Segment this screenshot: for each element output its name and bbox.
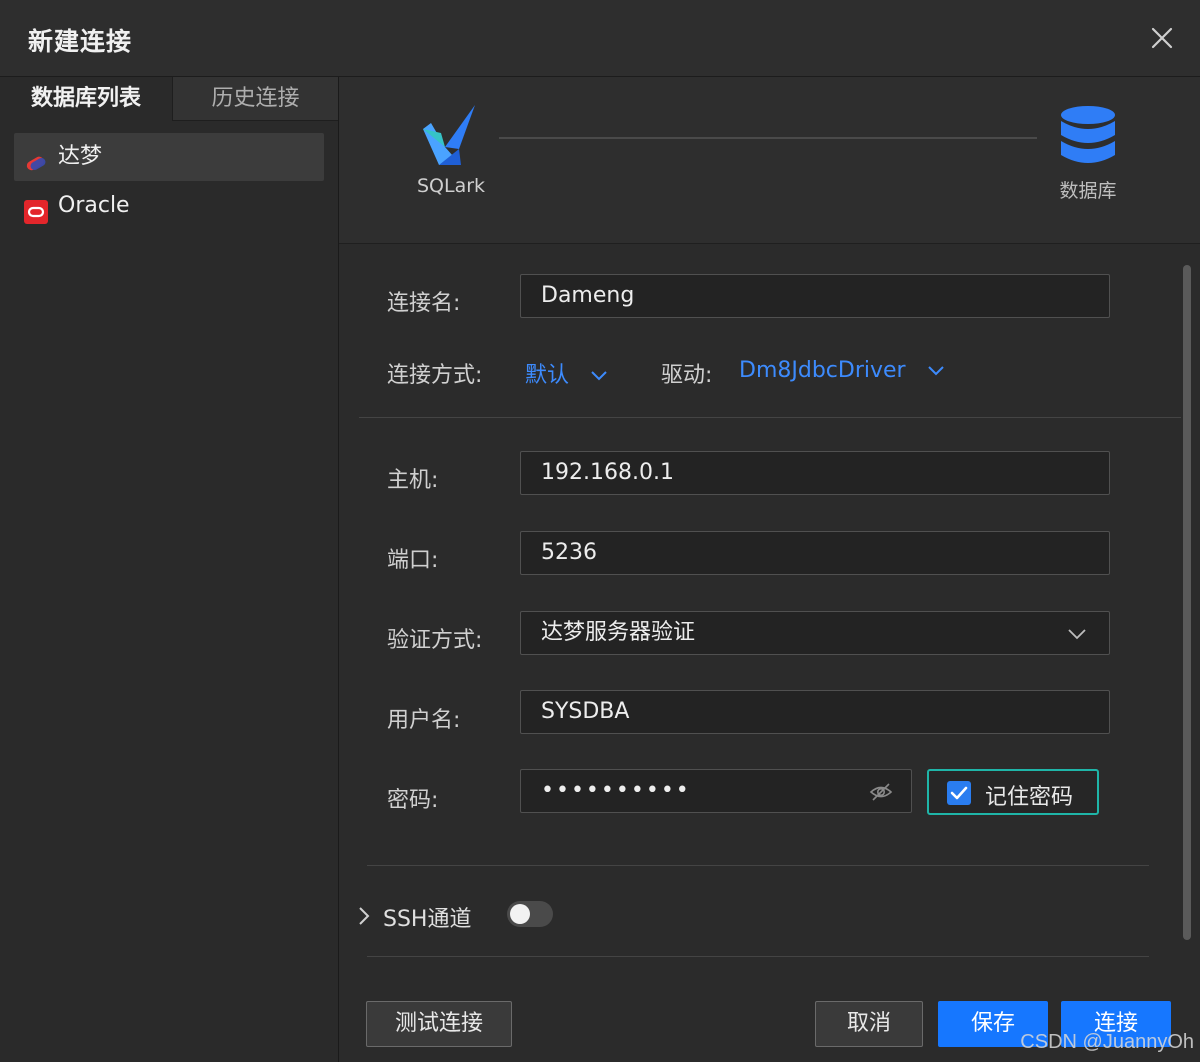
auth-method-value: 达梦服务器验证 (541, 620, 696, 645)
close-icon[interactable] (1146, 22, 1178, 54)
host-label: 主机: (387, 468, 439, 493)
conn-name-label: 连接名: (387, 291, 461, 316)
connection-header: SQLark 数据库 (339, 77, 1200, 244)
port-label: 端口: (387, 548, 439, 573)
conn-name-input[interactable]: Dameng (520, 274, 1110, 318)
chevron-down-icon (591, 371, 607, 381)
watermark: CSDN @JuannyOh (1020, 1031, 1194, 1053)
database-label: 数据库 (1059, 180, 1117, 202)
auth-method-select[interactable]: 达梦服务器验证 (520, 611, 1110, 655)
username-label: 用户名: (387, 708, 461, 733)
auth-method-label: 验证方式: (387, 628, 483, 653)
host-input[interactable]: 192.168.0.1 (520, 451, 1110, 495)
sidebar-item-oracle[interactable]: Oracle (14, 182, 324, 230)
ssh-label: SSH通道 (383, 907, 472, 932)
sqlark-label: SQLark (416, 175, 486, 197)
section-divider (367, 865, 1149, 866)
test-connection-button[interactable]: 测试连接 (366, 1001, 512, 1047)
database-icon (1058, 105, 1118, 167)
oracle-icon (24, 194, 48, 224)
database-sidebar: 数据库列表 历史连接 达梦 Oracle (0, 77, 339, 1062)
password-label: 密码: (387, 788, 439, 813)
password-value: •••••••••• (541, 778, 691, 803)
checkbox-checked-icon (947, 781, 971, 805)
tab-history-connections[interactable]: 历史连接 (172, 77, 338, 121)
remember-password-checkbox[interactable]: 记住密码 (927, 769, 1099, 815)
title-bar: 新建连接 (0, 0, 1200, 77)
remember-password-label: 记住密码 (985, 785, 1074, 810)
chevron-down-icon (1068, 629, 1086, 640)
sidebar-item-label: 达梦 (58, 144, 103, 169)
driver-select[interactable]: Dm8JdbcDriver (739, 358, 944, 383)
username-input[interactable]: SYSDBA (520, 690, 1110, 734)
driver-label: 驱动: (661, 363, 713, 388)
cancel-button[interactable]: 取消 (815, 1001, 923, 1047)
sqlark-logo-icon (421, 103, 477, 169)
chevron-right-icon (359, 907, 370, 925)
eye-hidden-icon[interactable] (869, 782, 893, 802)
conn-method-value: 默认 (525, 363, 570, 388)
section-divider (367, 956, 1149, 957)
dameng-icon (24, 145, 48, 171)
password-input[interactable]: •••••••••• (520, 769, 912, 813)
chevron-down-icon (927, 366, 944, 376)
connection-form-panel: SQLark 数据库 连接名: Dameng 连接方式: 默认 驱动: Dm8J… (339, 77, 1200, 1062)
driver-value: Dm8JdbcDriver (739, 358, 906, 383)
conn-method-label: 连接方式: (387, 363, 483, 388)
conn-method-select[interactable]: 默认 (525, 357, 607, 389)
connection-line (499, 137, 1037, 139)
port-input[interactable]: 5236 (520, 531, 1110, 575)
tab-database-list[interactable]: 数据库列表 (0, 77, 172, 121)
sidebar-item-dameng[interactable]: 达梦 (14, 133, 324, 181)
switch-knob (510, 904, 530, 924)
sidebar-item-label: Oracle (58, 193, 130, 218)
dialog-title: 新建连接 (28, 27, 133, 56)
section-divider (359, 417, 1181, 418)
ssh-switch[interactable] (507, 901, 553, 927)
form-scrollbar[interactable] (1183, 265, 1191, 940)
